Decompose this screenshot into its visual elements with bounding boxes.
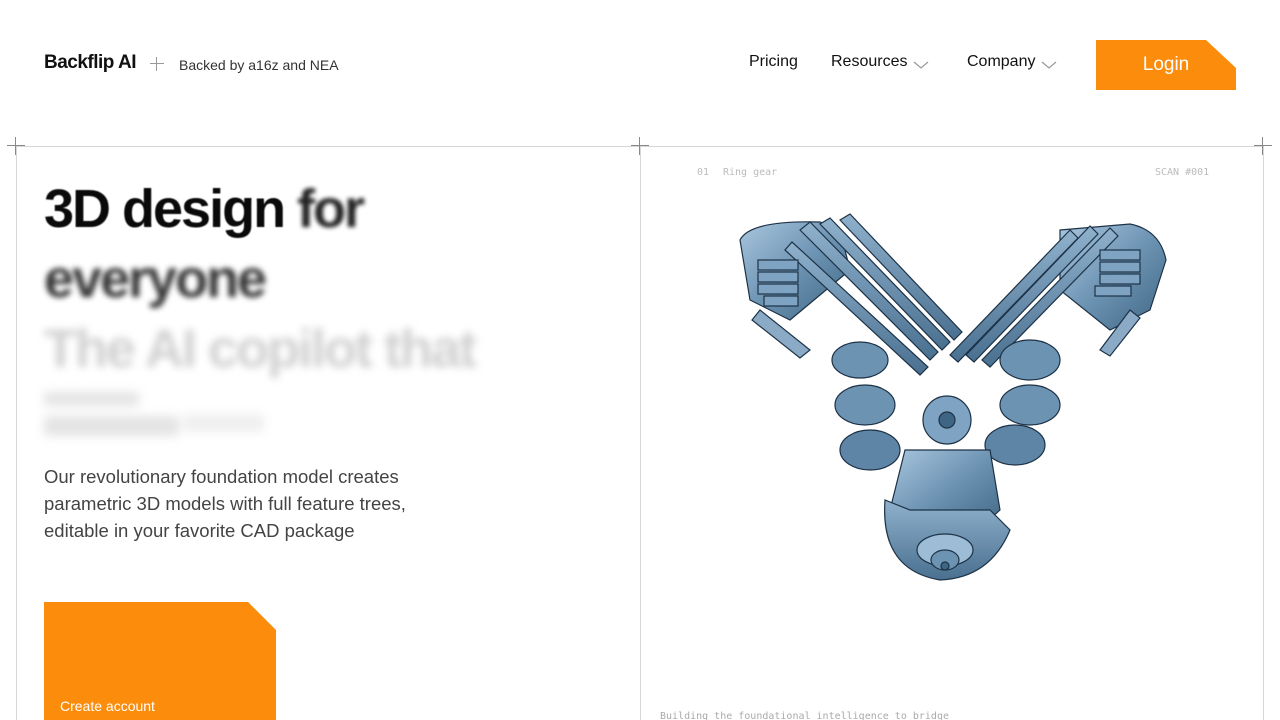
chevron-down-icon bbox=[914, 61, 929, 69]
login-button[interactable]: Login bbox=[1096, 40, 1236, 90]
create-account-button[interactable]: Create account bbox=[44, 602, 276, 720]
hero-headline-line2: everyone bbox=[44, 249, 267, 309]
nav-resources[interactable]: Resources bbox=[831, 53, 929, 71]
hero-headline-part-a: 3D design bbox=[44, 179, 286, 239]
nav-resources-label: Resources bbox=[831, 53, 908, 70]
chevron-down-icon bbox=[1042, 61, 1057, 69]
scan-name: Ring gear bbox=[723, 167, 778, 178]
frame-right-line bbox=[1263, 146, 1264, 720]
crosshair-icon bbox=[7, 137, 25, 155]
frame-left-line bbox=[16, 146, 17, 720]
crosshair-icon bbox=[631, 137, 649, 155]
nav-company-label: Company bbox=[967, 53, 1036, 70]
frame-center-line bbox=[640, 146, 641, 720]
site-header: Backflip AI Backed by a16z and NEA Prici… bbox=[0, 0, 1280, 130]
brand-logo[interactable]: Backflip AI bbox=[44, 52, 137, 74]
scan-id: SCAN #001 bbox=[1155, 167, 1210, 178]
scan-index: 01 bbox=[697, 167, 710, 178]
hero-headline-line3: The AI copilot that bbox=[44, 319, 477, 379]
nav-company[interactable]: Company bbox=[967, 53, 1057, 71]
plus-icon bbox=[150, 57, 164, 71]
engine-model-render bbox=[739, 213, 1167, 581]
hero-subtitle: Our revolutionary foundation model creat… bbox=[44, 466, 406, 541]
create-account-label: Create account bbox=[60, 698, 155, 714]
nav-pricing-label: Pricing bbox=[749, 53, 798, 70]
preview-footer-note: Building the foundational intelligence t… bbox=[660, 711, 949, 720]
hero-headline-part-b: for bbox=[297, 179, 365, 239]
nav-pricing[interactable]: Pricing bbox=[749, 53, 798, 71]
hero-headline-line1: 3D design for bbox=[44, 179, 365, 239]
crosshair-icon bbox=[1254, 137, 1272, 155]
backed-by-text: Backed by a16z and NEA bbox=[179, 57, 339, 73]
